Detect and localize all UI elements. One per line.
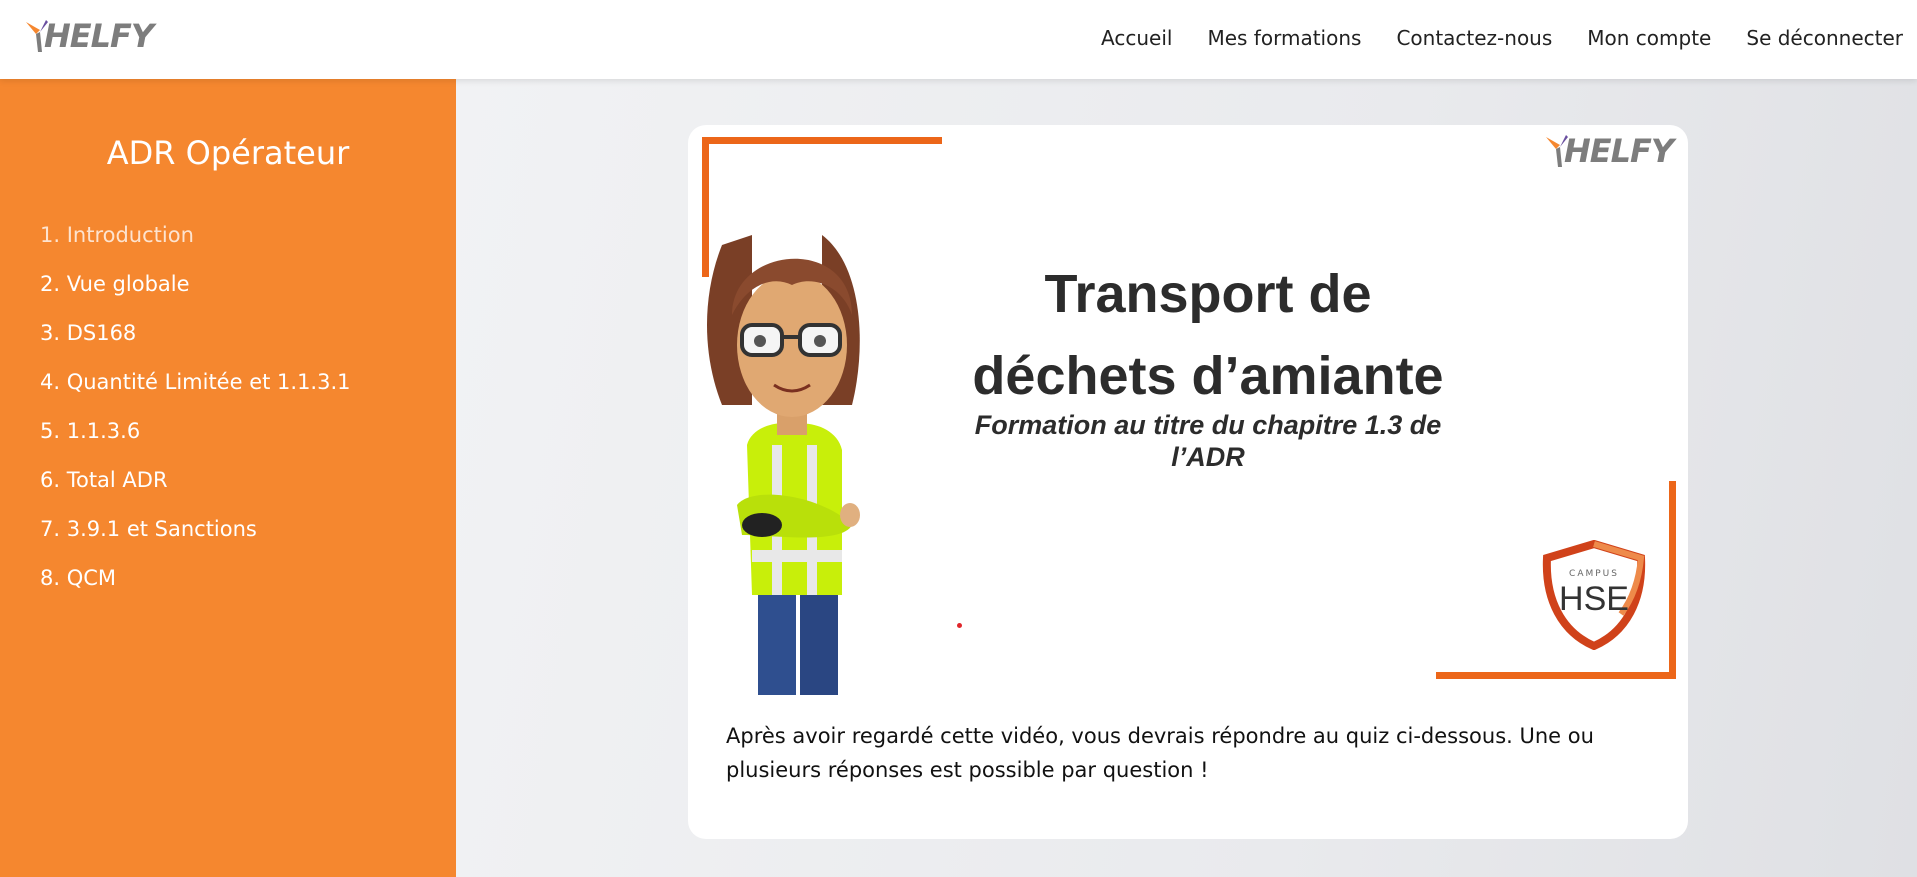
brand-logo[interactable]: HELFY xyxy=(24,16,154,56)
badge-small-text: CAMPUS xyxy=(1569,569,1619,579)
quiz-instructions: Après avoir regardé cette vidéo, vous de… xyxy=(726,724,1594,782)
nav-accueil[interactable]: Accueil xyxy=(1101,26,1172,50)
video-brand-name: HELFY xyxy=(1564,132,1674,170)
campus-hse-badge: CAMPUS HSE xyxy=(1542,540,1646,650)
nav-se-deconnecter[interactable]: Se déconnecter xyxy=(1746,26,1903,50)
course-title: ADR Opérateur xyxy=(106,134,350,172)
frame-corner-bottom xyxy=(1436,672,1676,679)
chapter-item-1136[interactable]: 5. 1.1.3.6 xyxy=(40,417,351,466)
chapter-list: 1. Introduction 2. Vue globale 3. DS168 … xyxy=(40,221,351,613)
chapter-item-qcm[interactable]: 8. QCM xyxy=(40,564,351,613)
nav-mes-formations[interactable]: Mes formations xyxy=(1207,26,1361,50)
main-nav: Accueil Mes formations Contactez-nous Mo… xyxy=(1101,26,1903,50)
nav-contactez-nous[interactable]: Contactez-nous xyxy=(1396,26,1552,50)
nav-mon-compte[interactable]: Mon compte xyxy=(1587,26,1711,50)
video-brand-logo: HELFY xyxy=(1544,131,1674,171)
chapter-item-total-adr[interactable]: 6. Total ADR xyxy=(40,466,351,515)
frame-corner-top xyxy=(702,137,942,144)
worker-character-illustration xyxy=(707,235,860,695)
course-sidebar: ADR Opérateur 1. Introduction 2. Vue glo… xyxy=(0,79,456,877)
chapter-item-ds168[interactable]: 3. DS168 xyxy=(40,319,351,368)
video-subtitle: Formation au titre du chapitre 1.3 de l’… xyxy=(974,410,1442,472)
video-title-line-1: Transport de xyxy=(1044,264,1372,324)
video-player[interactable]: HELFY Transport de déchets d’amiante For… xyxy=(688,125,1688,695)
chapter-item-sanctions[interactable]: 7. 3.9.1 et Sanctions xyxy=(40,515,351,564)
top-header: HELFY Accueil Mes formations Contactez-n… xyxy=(0,0,1917,79)
video-title-line-2: déchets d’amiante xyxy=(972,346,1444,406)
chapter-item-vue-globale[interactable]: 2. Vue globale xyxy=(40,270,351,319)
chapter-item-quantite-limitee[interactable]: 4. Quantité Limitée et 1.1.3.1 xyxy=(40,368,351,417)
cursor-dot xyxy=(957,623,962,628)
main-content: HELFY Transport de déchets d’amiante For… xyxy=(456,79,1917,877)
chapter-item-introduction[interactable]: 1. Introduction xyxy=(40,221,351,270)
lesson-card: HELFY Transport de déchets d’amiante For… xyxy=(688,125,1688,839)
frame-corner-right xyxy=(1669,481,1676,679)
badge-big-text: HSE xyxy=(1559,580,1629,618)
brand-name: HELFY xyxy=(44,17,154,55)
video-title: Transport de déchets d’amiante xyxy=(928,253,1488,417)
